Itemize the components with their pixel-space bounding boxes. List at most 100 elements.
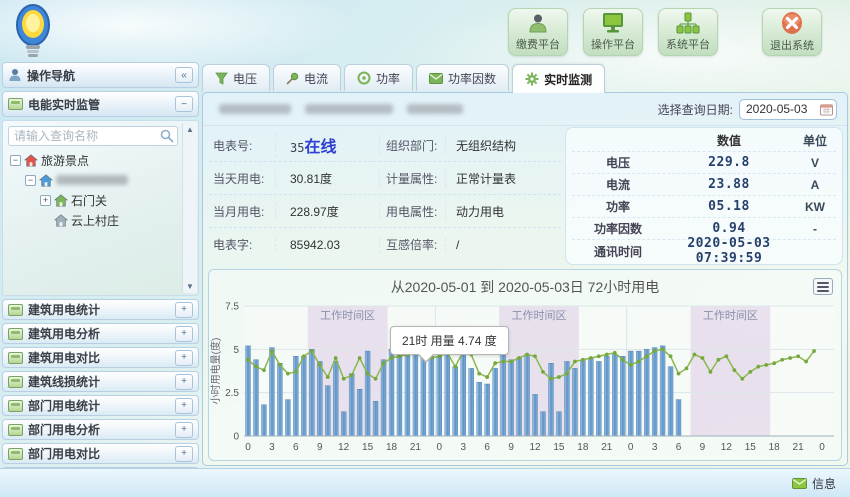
platform-button-label: 缴费平台: [516, 36, 560, 52]
tab-label: 电流: [304, 70, 328, 87]
sidebar-accordion: 建筑用电统计+建筑用电分析+建筑用电对比+建筑线损统计+部门用电统计+部门用电分…: [2, 299, 199, 488]
svg-text:9: 9: [700, 442, 706, 453]
field-label: 电表字:: [209, 236, 275, 253]
tree-spacer: [40, 215, 51, 226]
tree-expander-icon[interactable]: −: [10, 155, 21, 166]
tab-power-factor[interactable]: 功率因数: [416, 64, 509, 91]
sidebar-item-建筑用电分析[interactable]: 建筑用电分析 +: [2, 323, 199, 344]
svg-text:7.5: 7.5: [225, 302, 239, 313]
row-unit: KW: [794, 200, 836, 214]
collapse-panel-button[interactable]: −: [175, 96, 193, 112]
table-row: 电流23.88A: [572, 174, 836, 196]
query-date-label: 选择查询日期:: [658, 101, 733, 118]
sidebar-item-label: 建筑用电统计: [28, 301, 170, 318]
scroll-down-icon[interactable]: ▼: [183, 280, 197, 293]
sidebar-item-label: 部门用电分析: [28, 421, 170, 438]
sidebar-item-部门用电统计[interactable]: 部门用电统计 +: [2, 395, 199, 416]
expand-panel-button[interactable]: +: [175, 374, 193, 390]
sidebar-item-label: 建筑用电分析: [28, 325, 170, 342]
date-input[interactable]: [746, 102, 816, 116]
calendar-icon[interactable]: [820, 103, 833, 116]
collapse-sidebar-button[interactable]: «: [175, 67, 193, 83]
org-chart-icon: [676, 12, 700, 34]
monitor-panel-header[interactable]: 电能实时监管 −: [2, 91, 199, 117]
field-value: 85942.03: [275, 238, 379, 252]
expand-panel-button[interactable]: +: [175, 446, 193, 462]
tooltip-text: 21时 用量 4.74 度: [402, 334, 497, 348]
sidebar-item-label: 部门用电统计: [28, 397, 170, 414]
tree-node[interactable]: + 石门关: [8, 190, 178, 210]
info-label[interactable]: 信息: [812, 475, 836, 492]
tree-scrollbar[interactable]: ▲ ▼: [182, 123, 197, 293]
funnel-icon: [215, 72, 228, 85]
svg-text:工作时间区: 工作时间区: [703, 309, 758, 322]
expand-panel-button[interactable]: +: [175, 398, 193, 414]
envelope-icon: [429, 73, 443, 84]
chart-menu-icon[interactable]: [813, 278, 833, 295]
svg-text:18: 18: [386, 442, 398, 453]
row-name: 通讯时间: [572, 243, 664, 260]
panel-icon: [8, 424, 23, 436]
expand-panel-button[interactable]: +: [175, 302, 193, 318]
tab-power[interactable]: 功率: [344, 64, 413, 91]
scroll-up-icon[interactable]: ▲: [183, 123, 197, 136]
redacted-tree-label: [56, 175, 128, 185]
panel-icon: [8, 448, 23, 460]
table-row: 电压229.8V: [572, 152, 836, 174]
search-input[interactable]: [8, 126, 178, 146]
table-header-row: 数值单位: [572, 130, 836, 152]
tree-expander-icon[interactable]: −: [25, 175, 36, 186]
tab-current[interactable]: 电流: [273, 64, 341, 91]
sidebar-item-部门用电分析[interactable]: 部门用电分析 +: [2, 419, 199, 440]
svg-text:工作时间区: 工作时间区: [512, 309, 567, 322]
sidebar-item-建筑用电对比[interactable]: 建筑用电对比+: [2, 347, 199, 368]
operate-platform-button[interactable]: 操作平台: [583, 8, 643, 56]
expand-panel-button[interactable]: +: [175, 326, 193, 342]
platform-button-label: 退出系统: [770, 37, 814, 53]
svg-text:12: 12: [529, 442, 541, 453]
chart-title: 从2020-05-01 到 2020-05-03日 72小时用电: [209, 270, 841, 297]
payment-platform-button[interactable]: 缴费平台: [508, 8, 568, 56]
search-icon[interactable]: [160, 129, 174, 143]
info-row: 电表字: 85942.03 互感倍率: /: [209, 228, 561, 261]
svg-text:6: 6: [676, 442, 682, 453]
gear-icon: [525, 72, 539, 86]
info-envelope-icon[interactable]: [792, 478, 807, 489]
sidebar-item-部门用电对比[interactable]: 部门用电对比+: [2, 443, 199, 464]
sidebar: 操作导航 « 电能实时监管 − −旅游景点−+石门关云上村庄 ▲ ▼ 建筑用电统…: [2, 62, 199, 491]
expand-panel-button[interactable]: +: [175, 422, 193, 438]
tree-node[interactable]: −: [8, 170, 178, 190]
tree-node-label: 石门关: [71, 192, 107, 209]
tab-label: 实时监测: [544, 71, 592, 88]
field-label: 组织部门:: [379, 137, 445, 154]
expand-panel-button[interactable]: +: [175, 350, 193, 366]
row-unit: A: [794, 178, 836, 192]
nav-header[interactable]: 操作导航 «: [2, 62, 199, 88]
sidebar-item-label: 建筑线损统计: [28, 373, 170, 390]
svg-text:6: 6: [484, 442, 490, 453]
tab-voltage[interactable]: 电压: [202, 64, 270, 91]
search-box: [8, 126, 178, 146]
monitor-panel-body: −旅游景点−+石门关云上村庄 ▲ ▼: [2, 120, 199, 296]
panel-icon: [8, 400, 23, 412]
platform-button-label: 操作平台: [591, 36, 635, 52]
svg-text:0: 0: [233, 432, 239, 443]
system-platform-button[interactable]: 系统平台: [658, 8, 718, 56]
info-row: 当天用电: 30.81度 计量属性: 正常计量表: [209, 162, 561, 195]
exit-system-button[interactable]: 退出系统: [762, 8, 822, 56]
tab-bar: 电压 电流 功率 功率因数 实时监测: [202, 64, 605, 92]
sidebar-item-建筑用电统计[interactable]: 建筑用电统计 +: [2, 299, 199, 320]
tab-label: 电压: [233, 70, 257, 87]
house-green-icon: [54, 194, 68, 207]
svg-text:12: 12: [721, 442, 733, 453]
tree-node[interactable]: −旅游景点: [8, 150, 178, 170]
tab-realtime-monitor[interactable]: 实时监测: [512, 64, 605, 93]
row-value: 0.94: [664, 221, 794, 236]
tree-expander-icon[interactable]: +: [40, 195, 51, 206]
col-header-value: 数值: [664, 132, 794, 149]
sidebar-item-建筑线损统计[interactable]: 建筑线损统计 +: [2, 371, 199, 392]
row-value: 05.18: [664, 199, 794, 214]
tree-node[interactable]: 云上村庄: [8, 210, 178, 230]
field-value: /: [445, 238, 561, 252]
status-bar: 信息: [0, 468, 850, 497]
